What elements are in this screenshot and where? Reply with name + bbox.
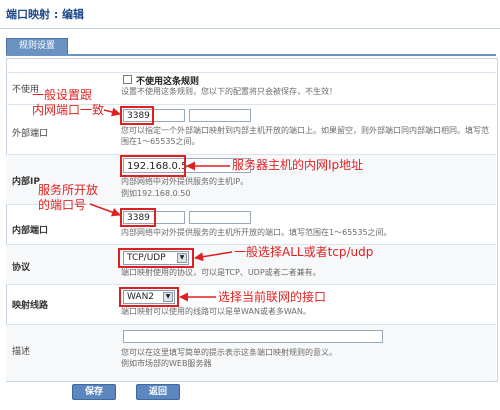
internal-port-label: 内部端口 bbox=[12, 226, 49, 236]
annotation-line: 选择当前联网的接口 bbox=[218, 290, 327, 304]
back-button[interactable]: 返回 bbox=[136, 384, 180, 400]
annotation-external-port-line2: 内网端口一致 bbox=[32, 103, 105, 117]
external-port-end-input[interactable] bbox=[189, 109, 251, 122]
title-divider bbox=[0, 28, 500, 29]
external-port-hint: 您可以指定一个外部端口映射到内部主机开放的端口上。如果留空，则外部端口同内部端口… bbox=[121, 126, 489, 146]
highlight-protocol bbox=[118, 248, 194, 268]
annotation-protocol: 一般选择ALL或者tcp/udp bbox=[234, 245, 374, 259]
tab-rule-settings[interactable]: 规则设置 bbox=[6, 38, 68, 54]
internal-port-hint: 内部网络中对外提供服务的主机所开放的端口。填写范围在1～65535之间。 bbox=[121, 228, 392, 237]
page-title: 端口映射 : 编辑 bbox=[6, 8, 85, 21]
protocol-label: 协议 bbox=[12, 263, 31, 273]
internal-port-end-input[interactable] bbox=[189, 211, 251, 224]
description-input[interactable] bbox=[123, 330, 383, 343]
annotation-internal-port-line2: 的端口号 bbox=[38, 198, 87, 212]
protocol-hint: 端口映射使用的协议，可以是TCP、UDP或者二者兼有。 bbox=[121, 268, 321, 277]
line-label: 映射线路 bbox=[12, 301, 49, 311]
highlight-line bbox=[119, 287, 179, 307]
tab-underline bbox=[6, 54, 496, 56]
description-hint: 您可以在这里填写简单的提示表示这条端口映射规则的意义。 bbox=[121, 348, 337, 357]
line-hint: 端口映射可以使用的线路可以是单WAN或者多WAN。 bbox=[121, 307, 311, 316]
highlight-internal-ip bbox=[120, 155, 186, 177]
internal-ip-label: 内部IP bbox=[12, 177, 40, 187]
highlight-external-port bbox=[120, 106, 154, 125]
internal-ip-hint: 内部网络中对外提供服务的主机IP。 bbox=[121, 177, 249, 186]
annotation-external-port-line1: 一般设置跟 bbox=[32, 88, 93, 102]
disable-hint: 设置不使用这条规则，您以下的配置将只会被保存，不生效！ bbox=[121, 87, 337, 96]
annotation-internal-ip: 服务器主机的内网Ip地址 bbox=[232, 158, 364, 172]
external-port-label: 外部端口 bbox=[12, 129, 49, 139]
internal-ip-example: 例如192.168.0.50 bbox=[121, 189, 191, 198]
disable-checkbox[interactable] bbox=[123, 75, 132, 84]
save-button[interactable]: 保存 bbox=[72, 384, 116, 400]
description-label: 描述 bbox=[12, 347, 31, 357]
highlight-internal-port bbox=[120, 208, 156, 227]
description-example: 例如市场部的WEB服务器 bbox=[121, 359, 212, 368]
annotation-internal-port-line1: 服务所开放 bbox=[38, 183, 99, 197]
